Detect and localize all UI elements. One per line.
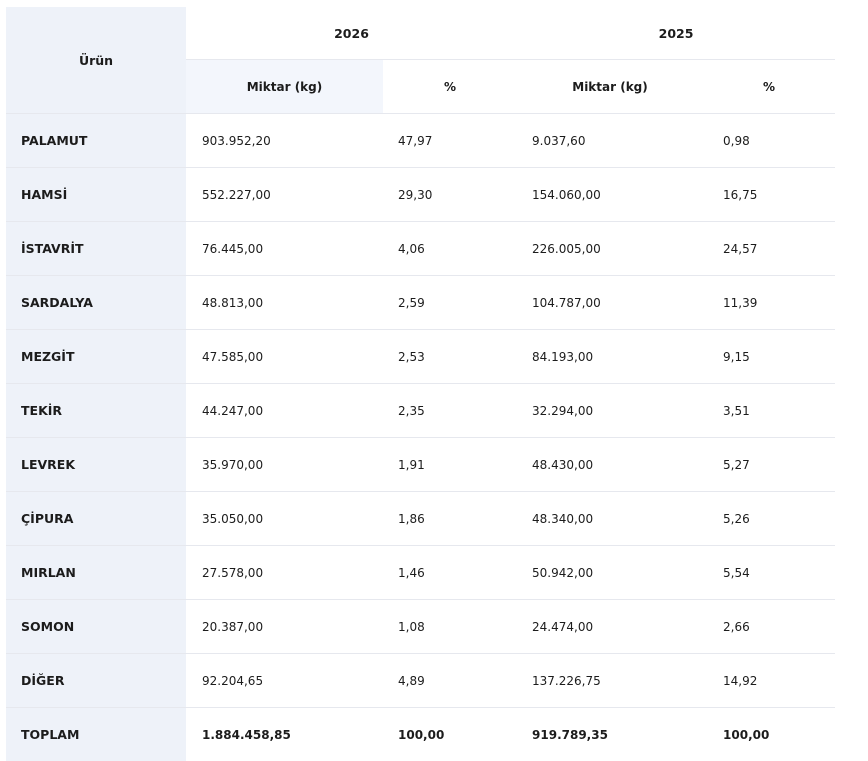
row-pct-2025: 0,98 bbox=[703, 114, 835, 168]
row-product-name: SARDALYA bbox=[6, 276, 186, 330]
table-row: ÇİPURA 35.050,00 1,86 48.340,00 5,26 bbox=[6, 492, 835, 546]
row-pct-2025: 11,39 bbox=[703, 276, 835, 330]
row-pct-2025: 14,92 bbox=[703, 654, 835, 708]
row-kg-2025: 137.226,75 bbox=[517, 654, 703, 708]
row-product-name: İSTAVRİT bbox=[6, 222, 186, 276]
table-row: PALAMUT 903.952,20 47,97 9.037,60 0,98 bbox=[6, 114, 835, 168]
table-row: DİĞER 92.204,65 4,89 137.226,75 14,92 bbox=[6, 654, 835, 708]
row-pct-2026: 100,00 bbox=[383, 708, 517, 761]
row-product-name: DİĞER bbox=[6, 654, 186, 708]
table-body: PALAMUT 903.952,20 47,97 9.037,60 0,98 H… bbox=[6, 114, 835, 761]
row-kg-2025: 154.060,00 bbox=[517, 168, 703, 222]
row-pct-2026: 4,06 bbox=[383, 222, 517, 276]
row-pct-2026: 2,35 bbox=[383, 384, 517, 438]
row-kg-2026: 35.050,00 bbox=[186, 492, 383, 546]
row-kg-2025: 226.005,00 bbox=[517, 222, 703, 276]
table-row: LEVREK 35.970,00 1,91 48.430,00 5,27 bbox=[6, 438, 835, 492]
row-kg-2026: 44.247,00 bbox=[186, 384, 383, 438]
row-kg-2025: 104.787,00 bbox=[517, 276, 703, 330]
row-kg-2026: 48.813,00 bbox=[186, 276, 383, 330]
row-product-name: ÇİPURA bbox=[6, 492, 186, 546]
row-product-name: SOMON bbox=[6, 600, 186, 654]
row-pct-2026: 4,89 bbox=[383, 654, 517, 708]
row-pct-2025: 16,75 bbox=[703, 168, 835, 222]
row-pct-2025: 2,66 bbox=[703, 600, 835, 654]
table-row: İSTAVRİT 76.445,00 4,06 226.005,00 24,57 bbox=[6, 222, 835, 276]
row-kg-2026: 76.445,00 bbox=[186, 222, 383, 276]
row-pct-2026: 1,91 bbox=[383, 438, 517, 492]
row-pct-2026: 29,30 bbox=[383, 168, 517, 222]
row-kg-2025: 48.430,00 bbox=[517, 438, 703, 492]
row-pct-2026: 47,97 bbox=[383, 114, 517, 168]
row-pct-2026: 2,53 bbox=[383, 330, 517, 384]
header-product: Ürün bbox=[6, 7, 186, 114]
table-row: SOMON 20.387,00 1,08 24.474,00 2,66 bbox=[6, 600, 835, 654]
row-pct-2025: 24,57 bbox=[703, 222, 835, 276]
row-kg-2025: 50.942,00 bbox=[517, 546, 703, 600]
row-kg-2026: 92.204,65 bbox=[186, 654, 383, 708]
row-kg-2025: 84.193,00 bbox=[517, 330, 703, 384]
row-product-name: MEZGİT bbox=[6, 330, 186, 384]
header-pct-2025: % bbox=[703, 60, 835, 114]
header-kg-2026: Miktar (kg) bbox=[186, 60, 383, 114]
row-kg-2026: 1.884.458,85 bbox=[186, 708, 383, 761]
row-kg-2026: 47.585,00 bbox=[186, 330, 383, 384]
row-kg-2026: 903.952,20 bbox=[186, 114, 383, 168]
row-kg-2026: 35.970,00 bbox=[186, 438, 383, 492]
row-kg-2025: 32.294,00 bbox=[517, 384, 703, 438]
header-row-years: Ürün 2026 2025 bbox=[6, 7, 835, 60]
header-year-2025: 2025 bbox=[517, 7, 835, 60]
row-pct-2025: 9,15 bbox=[703, 330, 835, 384]
page: Ürün 2026 2025 Miktar (kg) % Miktar (kg)… bbox=[0, 0, 868, 752]
row-pct-2025: 5,54 bbox=[703, 546, 835, 600]
row-kg-2026: 27.578,00 bbox=[186, 546, 383, 600]
table-row: MIRLAN 27.578,00 1,46 50.942,00 5,54 bbox=[6, 546, 835, 600]
table-row: MEZGİT 47.585,00 2,53 84.193,00 9,15 bbox=[6, 330, 835, 384]
row-kg-2025: 9.037,60 bbox=[517, 114, 703, 168]
table-row: SARDALYA 48.813,00 2,59 104.787,00 11,39 bbox=[6, 276, 835, 330]
table-row-total: TOPLAM 1.884.458,85 100,00 919.789,35 10… bbox=[6, 708, 835, 761]
table-row: HAMSİ 552.227,00 29,30 154.060,00 16,75 bbox=[6, 168, 835, 222]
header-pct-2026: % bbox=[383, 60, 517, 114]
row-pct-2026: 1,86 bbox=[383, 492, 517, 546]
row-product-name: TOPLAM bbox=[6, 708, 186, 761]
row-kg-2025: 919.789,35 bbox=[517, 708, 703, 761]
row-pct-2026: 1,08 bbox=[383, 600, 517, 654]
row-product-name: HAMSİ bbox=[6, 168, 186, 222]
table-row: TEKİR 44.247,00 2,35 32.294,00 3,51 bbox=[6, 384, 835, 438]
header-year-2026: 2026 bbox=[186, 7, 517, 60]
row-pct-2025: 3,51 bbox=[703, 384, 835, 438]
row-pct-2026: 1,46 bbox=[383, 546, 517, 600]
row-product-name: LEVREK bbox=[6, 438, 186, 492]
row-product-name: MIRLAN bbox=[6, 546, 186, 600]
header-kg-2025: Miktar (kg) bbox=[517, 60, 703, 114]
row-pct-2025: 5,27 bbox=[703, 438, 835, 492]
row-kg-2026: 20.387,00 bbox=[186, 600, 383, 654]
row-kg-2026: 552.227,00 bbox=[186, 168, 383, 222]
row-pct-2025: 100,00 bbox=[703, 708, 835, 761]
row-kg-2025: 24.474,00 bbox=[517, 600, 703, 654]
row-kg-2025: 48.340,00 bbox=[517, 492, 703, 546]
row-product-name: TEKİR bbox=[6, 384, 186, 438]
row-pct-2025: 5,26 bbox=[703, 492, 835, 546]
catch-table: Ürün 2026 2025 Miktar (kg) % Miktar (kg)… bbox=[6, 7, 835, 761]
row-product-name: PALAMUT bbox=[6, 114, 186, 168]
table-header: Ürün 2026 2025 Miktar (kg) % Miktar (kg)… bbox=[6, 7, 835, 114]
row-pct-2026: 2,59 bbox=[383, 276, 517, 330]
